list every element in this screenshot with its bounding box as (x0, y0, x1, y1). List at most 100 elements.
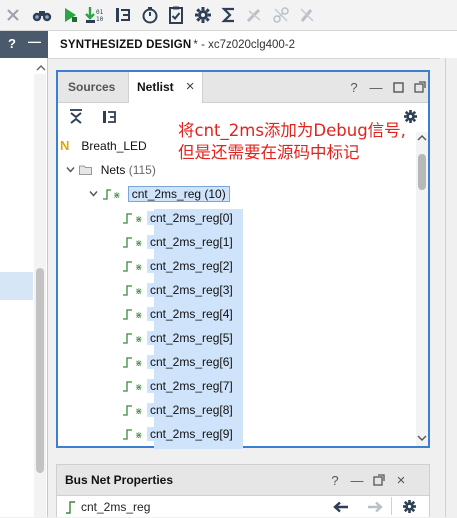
gear-icon[interactable] (192, 4, 214, 26)
download-bitstream-icon[interactable]: 01 10 (84, 4, 106, 26)
divider (391, 497, 392, 515)
child-net-row[interactable]: ⋇ cnt_2ms_reg[8] (121, 400, 236, 420)
sigma-icon[interactable] (218, 4, 240, 26)
forward-arrow-icon[interactable] (367, 501, 383, 516)
help-button[interactable]: ? (329, 473, 341, 488)
child-net-label: cnt_2ms_reg[4] (147, 307, 236, 321)
annotation-line-2: 但是还需要在源码中标记 (178, 143, 360, 162)
net-icon: ⋇ (121, 210, 147, 230)
child-net-row[interactable]: ⋇ cnt_2ms_reg[7] (121, 376, 236, 396)
close-icon[interactable] (2, 4, 24, 26)
help-button[interactable]: ? (8, 36, 16, 51)
scroll-up-icon[interactable] (36, 62, 46, 72)
bus-net-icon: ⋇ (102, 186, 124, 206)
child-net-row[interactable]: ⋇ cnt_2ms_reg[0] (121, 208, 236, 228)
tree-parent-net[interactable]: ⋇ cnt_2ms_reg (10) (89, 184, 230, 204)
tab-sources[interactable]: Sources (60, 72, 123, 102)
annotation-text: 将cnt_2ms添加为Debug信号, 但是还需要在源码中标记 (178, 120, 418, 164)
child-net-label: cnt_2ms_reg[2] (147, 259, 236, 273)
props-header: Bus Net Properties ? — × (57, 465, 429, 496)
svg-text:01: 01 (96, 9, 104, 16)
left-selected-row[interactable] (0, 272, 33, 300)
net-icon: ⋇ (121, 354, 147, 374)
net-icon: ⋇ (121, 426, 147, 446)
svg-text:⋇: ⋇ (135, 287, 143, 296)
child-net-label: cnt_2ms_reg[8] (147, 403, 236, 417)
help-button[interactable]: ? (348, 80, 360, 95)
right-gutter (440, 58, 457, 517)
chevron-down-icon[interactable] (66, 160, 76, 180)
left-scrollbar-thumb[interactable] (36, 268, 44, 473)
back-arrow-icon[interactable] (333, 501, 349, 516)
design-n-icon: N (60, 138, 70, 153)
tab-netlist-label: Netlist (137, 80, 174, 94)
step-icon[interactable] (113, 4, 135, 26)
child-net-label: cnt_2ms_reg[0] (147, 211, 236, 225)
net-icon: ⋇ (121, 306, 147, 326)
collapse-all-icon[interactable] (68, 109, 84, 128)
chevron-down-icon[interactable] (89, 184, 99, 204)
binoculars-icon[interactable] (31, 4, 53, 26)
nets-count: (115) (128, 163, 156, 177)
props-net-row: cnt_2ms_reg (57, 496, 429, 518)
float-icon[interactable] (414, 80, 426, 94)
netlist-scrollbar-thumb[interactable] (418, 154, 426, 190)
net-icon: ⋇ (121, 330, 147, 350)
disabled-net-icon (270, 4, 292, 26)
child-net-row[interactable]: ⋇ cnt_2ms_reg[1] (121, 232, 236, 252)
scroll-up-icon[interactable] (416, 132, 428, 144)
parent-net-label: cnt_2ms_reg (10) (127, 186, 230, 202)
child-net-label: cnt_2ms_reg[9] (147, 427, 236, 441)
child-net-row[interactable]: ⋇ cnt_2ms_reg[2] (121, 256, 236, 276)
close-icon[interactable]: × (395, 472, 407, 489)
tab-sources-label: Sources (68, 80, 116, 94)
child-net-row[interactable]: ⋇ cnt_2ms_reg[3] (121, 280, 236, 300)
folder-icon (79, 161, 93, 181)
settings-gear-icon[interactable] (402, 499, 417, 517)
float-icon[interactable] (373, 473, 385, 487)
scroll-down-icon[interactable] (416, 432, 428, 444)
left-panel-header: ? — (0, 31, 48, 58)
run-icon[interactable] (59, 4, 81, 26)
expand-all-icon[interactable] (102, 109, 118, 128)
tree-root[interactable]: N Breath_LED (60, 136, 147, 156)
panel-tabs: Sources Netlist × ? — (58, 72, 428, 103)
disabled-probe-icon (243, 4, 265, 26)
net-icon: ⋇ (121, 378, 147, 398)
svg-text:⋇: ⋇ (135, 215, 143, 224)
props-title: Bus Net Properties (65, 473, 174, 487)
tab-netlist[interactable]: Netlist × (128, 72, 204, 103)
bus-net-properties-panel: Bus Net Properties ? — × cnt_2ms_reg (56, 464, 430, 517)
close-tab-icon[interactable]: × (186, 78, 195, 95)
minimize-button[interactable]: — (351, 473, 364, 488)
svg-text:⋇: ⋇ (135, 311, 143, 320)
svg-text:⋇: ⋇ (113, 191, 121, 200)
child-net-row[interactable]: ⋇ cnt_2ms_reg[6] (121, 352, 236, 372)
child-net-label: cnt_2ms_reg[7] (147, 379, 236, 393)
annotation-line-1: 将cnt_2ms添加为Debug信号, (178, 121, 406, 140)
child-net-label: cnt_2ms_reg[6] (147, 355, 236, 369)
child-net-row[interactable]: ⋇ cnt_2ms_reg[5] (121, 328, 236, 348)
design-title-bar: SYNTHESIZED DESIGN * - xc7z020clg400-2 (48, 31, 457, 59)
net-icon: ⋇ (121, 402, 147, 422)
nets-label: Nets (100, 163, 126, 177)
checklist-icon[interactable] (165, 4, 187, 26)
panel-controls: ? — (348, 72, 426, 102)
child-net-label: cnt_2ms_reg[5] (147, 331, 236, 345)
child-net-row[interactable]: ⋇ cnt_2ms_reg[4] (121, 304, 236, 324)
child-net-row[interactable]: ⋇ cnt_2ms_reg[9] (121, 424, 236, 444)
child-net-label: cnt_2ms_reg[3] (147, 283, 236, 297)
root-label: Breath_LED (81, 139, 147, 153)
svg-text:⋇: ⋇ (135, 383, 143, 392)
minimize-button[interactable]: — (370, 80, 383, 95)
minimize-button[interactable]: — (28, 34, 41, 49)
bus-net-icon (65, 500, 79, 517)
net-icon: ⋇ (121, 258, 147, 278)
stopwatch-icon[interactable] (139, 4, 161, 26)
props-net-name: cnt_2ms_reg (81, 500, 151, 514)
net-icon: ⋇ (121, 234, 147, 254)
maximize-icon[interactable] (392, 80, 404, 94)
svg-text:⋇: ⋇ (135, 407, 143, 416)
page-title: SYNTHESIZED DESIGN (60, 38, 192, 51)
tree-nets-folder[interactable]: Nets (115) (66, 160, 156, 180)
